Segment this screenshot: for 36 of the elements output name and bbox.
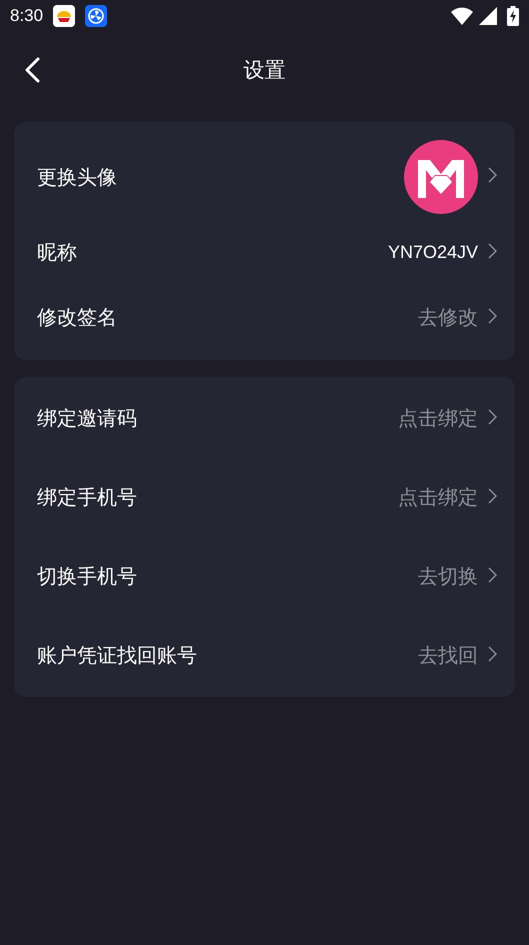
chevron-icon [488, 242, 497, 258]
settings-row[interactable]: 账户凭证找回账号 去找回 [37, 616, 497, 695]
avatar-icon [404, 140, 478, 214]
row-label: 昵称 [37, 239, 77, 266]
settings-row[interactable]: 绑定邀请码 点击绑定 [37, 379, 497, 458]
app-notification-icon [53, 5, 76, 27]
chevron-icon [488, 308, 497, 324]
row-value: 去切换 [418, 563, 478, 590]
status-time: 8:30 [10, 6, 44, 26]
chevron-icon [488, 167, 497, 183]
back-icon[interactable] [24, 57, 40, 83]
settings-row[interactable]: 绑定手机号 点击绑定 [37, 458, 497, 537]
row-label: 绑定手机号 [37, 484, 137, 511]
row-value: 点击绑定 [398, 405, 478, 432]
chevron-icon [488, 488, 497, 504]
wifi-icon [451, 7, 473, 25]
row-label: 绑定邀请码 [37, 405, 137, 432]
chevron-icon [488, 408, 497, 424]
row-label: 更换头像 [37, 164, 117, 190]
page-title: 设置 [244, 57, 286, 84]
row-value: YN7O24JV [388, 242, 478, 263]
row-label: 修改签名 [37, 304, 117, 331]
settings-row[interactable]: 昵称 YN7O24JV [37, 220, 497, 285]
signal-icon [479, 7, 497, 25]
chevron-icon [488, 566, 497, 582]
row-label: 切换手机号 [37, 563, 137, 590]
settings-row[interactable]: 切换手机号 去切换 [37, 537, 497, 616]
fan-app-icon [85, 5, 108, 27]
settings-row[interactable]: 修改签名 去修改 [37, 285, 497, 350]
row-label: 账户凭证找回账号 [37, 642, 197, 669]
row-value: 去找回 [418, 642, 478, 669]
chevron-icon [488, 646, 497, 662]
settings-row[interactable]: 更换头像 [37, 134, 497, 220]
row-value: 点击绑定 [398, 484, 478, 511]
battery-icon [507, 6, 519, 26]
row-value: 去修改 [418, 304, 478, 331]
